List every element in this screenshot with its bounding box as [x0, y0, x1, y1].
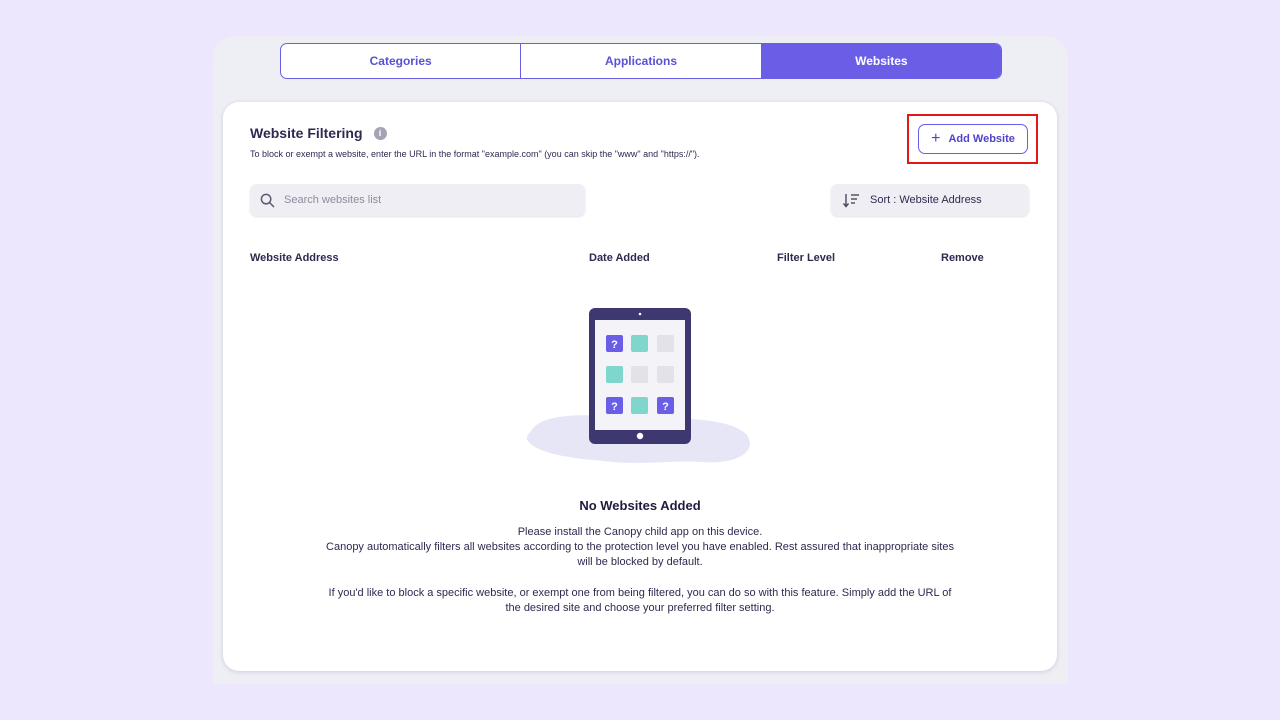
tile-gray — [657, 335, 674, 352]
empty-state-message-feature: If you'd like to block a specific websit… — [328, 587, 952, 614]
tile-teal — [631, 397, 648, 414]
tile-question-mark: ? — [611, 401, 618, 413]
add-website-button[interactable]: + Add Website — [918, 124, 1028, 154]
tile-teal — [631, 335, 648, 352]
tab-applications[interactable]: Applications — [520, 44, 760, 78]
search-icon — [260, 193, 275, 207]
tablet-home-button — [636, 432, 644, 440]
tablet-illustration: ? ? ? — [526, 308, 750, 463]
search-box[interactable] — [250, 184, 585, 216]
sort-label: Sort : Website Address — [870, 194, 982, 206]
plus-icon: + — [931, 130, 941, 147]
column-header-website-address[interactable]: Website Address — [250, 252, 339, 264]
main-panel: Categories Applications Websites Website… — [213, 36, 1068, 684]
tab-websites[interactable]: Websites — [760, 44, 1001, 78]
tablet-camera — [638, 312, 642, 316]
sort-icon — [843, 193, 859, 208]
tile-teal — [606, 366, 623, 383]
website-filtering-card: Website Filtering i To block or exempt a… — [223, 102, 1057, 671]
column-header-date-added[interactable]: Date Added — [589, 252, 650, 264]
add-website-label: Add Website — [948, 133, 1015, 145]
info-icon[interactable]: i — [373, 126, 387, 140]
card-title: Website Filtering — [250, 125, 363, 141]
tile-gray — [631, 366, 648, 383]
sort-dropdown[interactable]: Sort : Website Address — [831, 184, 1029, 216]
tab-bar: Categories Applications Websites — [280, 43, 1002, 79]
tab-categories[interactable]: Categories — [281, 44, 520, 78]
tile-question-mark: ? — [662, 401, 669, 413]
tile-gray — [657, 366, 674, 383]
column-header-remove[interactable]: Remove — [941, 252, 984, 264]
search-input[interactable] — [282, 193, 566, 207]
empty-state-title: No Websites Added — [579, 498, 701, 513]
column-header-filter-level[interactable]: Filter Level — [777, 252, 835, 264]
tile-question-mark: ? — [611, 339, 618, 351]
empty-state-message-install: Please install the Canopy child app on t… — [326, 526, 954, 568]
card-subtitle: To block or exempt a website, enter the … — [250, 149, 700, 159]
title-row: Website Filtering i — [250, 125, 387, 141]
